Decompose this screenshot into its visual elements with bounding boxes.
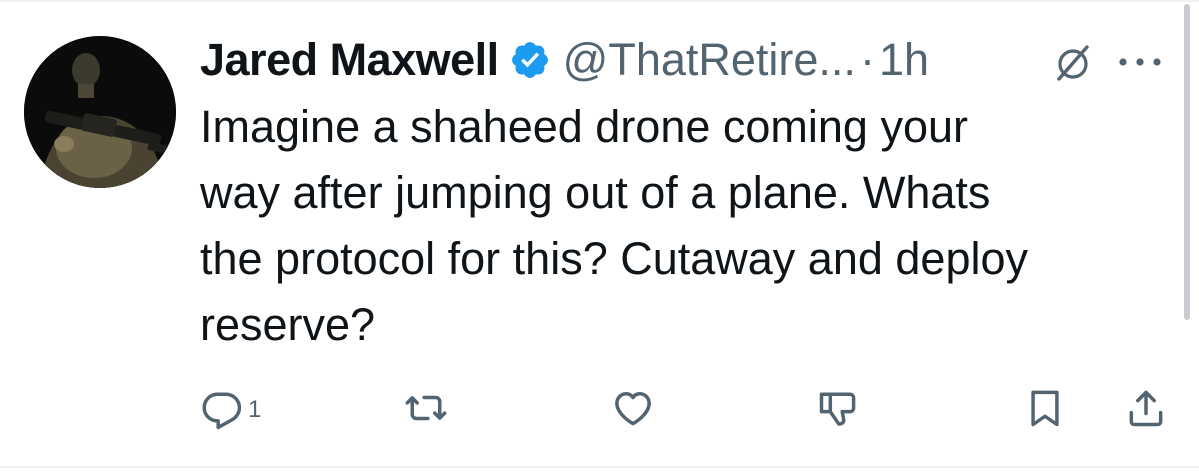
reply-button[interactable]: 1 xyxy=(200,384,261,432)
author-name[interactable]: Jared Maxwell xyxy=(200,34,499,86)
like-icon xyxy=(610,386,656,430)
bookmark-button[interactable] xyxy=(1023,384,1067,432)
reply-count: 1 xyxy=(248,396,262,423)
tweet-text: Imagine a shaheed drone coming your way … xyxy=(200,101,1028,350)
grok-icon[interactable] xyxy=(1053,43,1093,83)
action-bar: 1 xyxy=(200,384,1170,432)
bookmark-icon xyxy=(1023,386,1067,430)
top-divider xyxy=(0,0,1199,2)
share-button[interactable] xyxy=(1124,384,1168,432)
author-handle[interactable]: @ThatRetire... xyxy=(563,34,856,86)
share-icon xyxy=(1124,386,1168,430)
retweet-button[interactable] xyxy=(403,384,449,432)
bottom-divider xyxy=(0,466,1199,468)
separator-dot: · xyxy=(859,34,875,85)
dislike-icon xyxy=(815,386,861,430)
retweet-icon xyxy=(403,386,449,430)
timestamp[interactable]: 1h xyxy=(879,34,929,86)
reply-icon xyxy=(200,386,244,430)
avatar[interactable] xyxy=(24,36,176,188)
more-options-icon[interactable] xyxy=(1115,52,1165,72)
tweet-header: Jared Maxwell @ThatRetire... · 1h xyxy=(200,32,929,88)
scrollbar[interactable] xyxy=(1184,4,1190,320)
dislike-button[interactable] xyxy=(815,384,861,432)
like-button[interactable] xyxy=(610,384,656,432)
verified-badge-icon[interactable] xyxy=(509,39,551,81)
